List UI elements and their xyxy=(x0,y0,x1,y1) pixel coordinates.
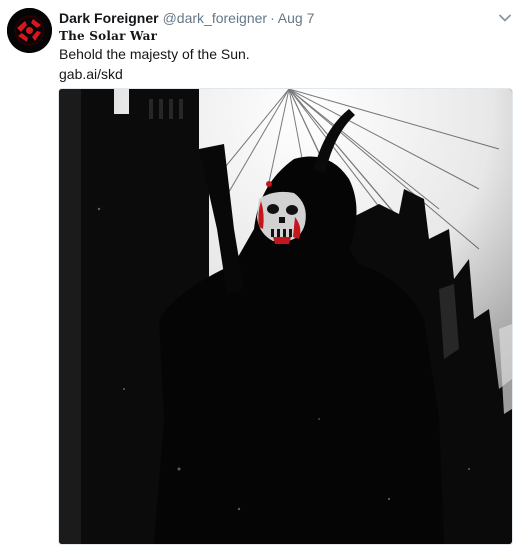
tweet: Dark Foreigner @dark_foreigner · Aug 7 The … xyxy=(0,0,521,553)
media-artwork xyxy=(59,89,512,544)
tweet-media-image[interactable] xyxy=(58,88,513,545)
tweet-text-line: Behold the majesty of the Sun. xyxy=(59,46,250,62)
avatar[interactable] xyxy=(7,8,52,53)
chevron-down-icon[interactable] xyxy=(497,10,513,26)
profile-subtitle: The Solar War xyxy=(59,29,158,43)
display-name[interactable]: Dark Foreigner xyxy=(59,10,159,26)
separator-dot: · xyxy=(270,10,275,26)
tweet-header: Dark Foreigner @dark_foreigner · Aug 7 xyxy=(59,9,314,27)
tweet-link[interactable]: gab.ai/skd xyxy=(59,64,250,84)
avatar-image xyxy=(7,8,52,53)
user-handle[interactable]: @dark_foreigner xyxy=(163,10,268,26)
timestamp[interactable]: Aug 7 xyxy=(278,10,315,26)
tweet-text: Behold the majesty of the Sun. gab.ai/sk… xyxy=(59,44,250,84)
